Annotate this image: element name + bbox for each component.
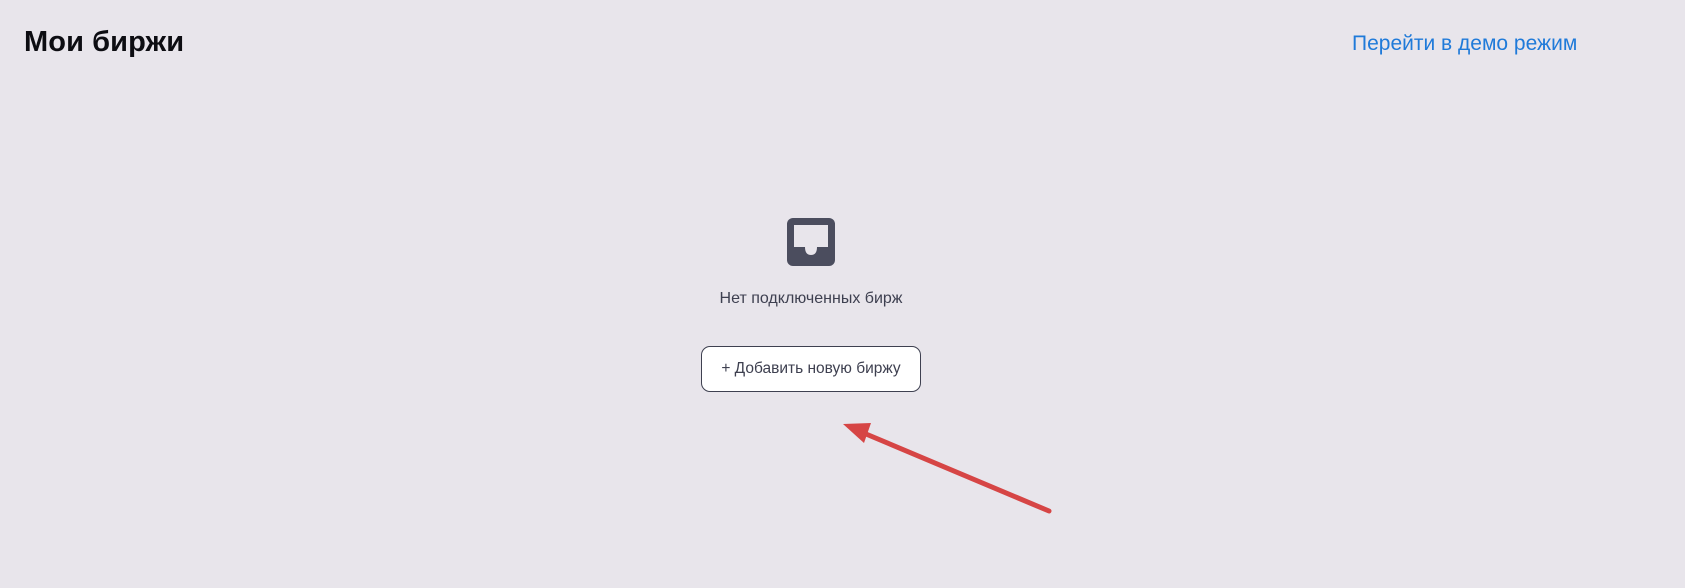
add-exchange-button[interactable]: + Добавить новую биржу xyxy=(701,346,921,392)
empty-state-message: Нет подключенных бирж xyxy=(719,290,903,307)
inbox-icon xyxy=(787,218,835,266)
empty-state: Нет подключенных бирж + Добавить новую б… xyxy=(0,0,1685,588)
